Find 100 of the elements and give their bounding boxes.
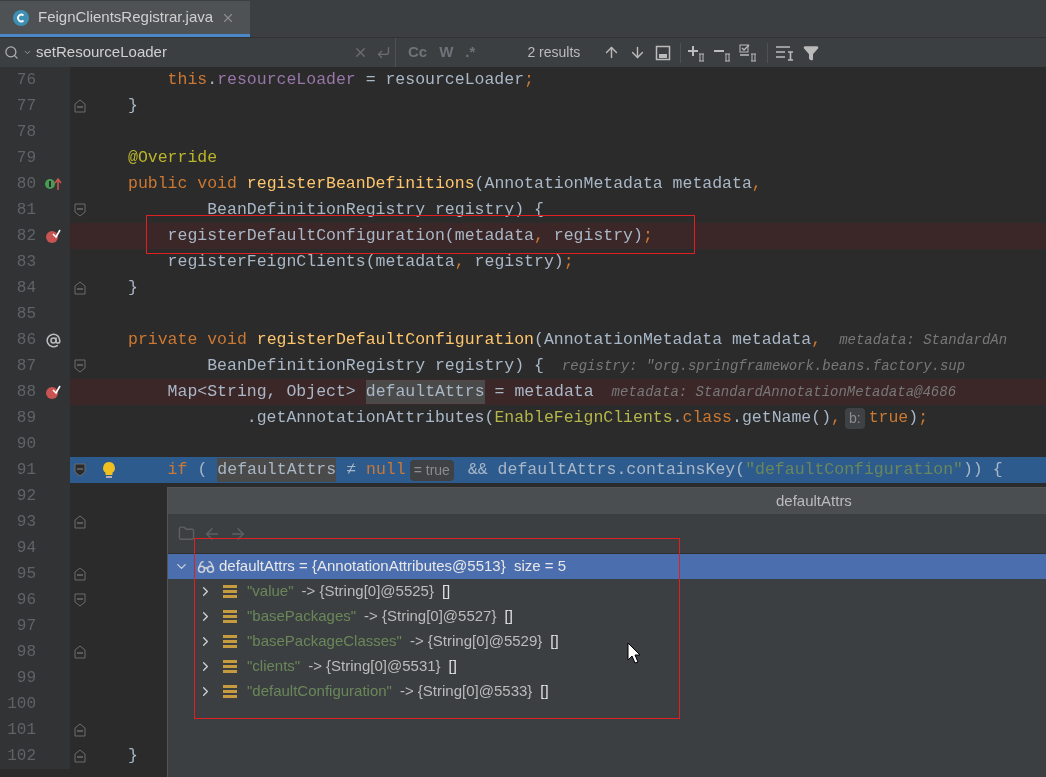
list-icon xyxy=(223,660,237,673)
list-icon xyxy=(223,610,237,623)
entry-array: [] xyxy=(504,606,513,627)
code-token: , xyxy=(751,172,762,195)
code-token: , xyxy=(454,250,465,273)
at-icon[interactable] xyxy=(45,332,61,348)
mouse-pointer-icon xyxy=(627,642,641,664)
code-token: = metadata xyxy=(494,380,594,403)
fold-marker-icon[interactable] xyxy=(74,723,86,737)
entry-key: "value" xyxy=(247,580,294,603)
code-token: registerBeanDefinitions xyxy=(246,172,475,195)
list-icon xyxy=(223,585,237,598)
entry-key: "basePackages" xyxy=(247,605,357,628)
fold-marker-icon[interactable] xyxy=(74,463,86,477)
code-token: if xyxy=(166,458,188,481)
code-token: (AnnotationMetadata metadata xyxy=(534,328,812,351)
inline-hint: metadata: StandardAn xyxy=(839,330,1008,350)
code-token: "defaultConfiguration" xyxy=(745,458,963,481)
results-count: 2 results xyxy=(527,43,581,62)
inline-hint: metadata: StandardAnnotationMetadata@4686 xyxy=(611,382,957,402)
code-token: class xyxy=(682,406,733,429)
inline-value-hint: b: xyxy=(844,407,865,429)
code-token: , xyxy=(811,328,822,351)
dropdown-icon[interactable] xyxy=(23,48,32,57)
lightbulb-icon[interactable] xyxy=(102,461,116,479)
entry-value: -> {String[0]@5533} xyxy=(399,681,533,702)
fold-marker-icon[interactable] xyxy=(74,203,86,217)
clear-icon[interactable] xyxy=(353,45,368,60)
code-token: registry) xyxy=(552,224,643,247)
entry-array: [] xyxy=(550,631,559,652)
code-token: ; xyxy=(563,250,574,273)
entry-key: "defaultConfiguration" xyxy=(247,680,392,703)
inline-hint: registry: "org.springframework.beans.factory.sup xyxy=(561,356,966,376)
code-token: = resourceLoader xyxy=(364,68,525,91)
implements-icon[interactable] xyxy=(44,177,62,191)
code-token: .getAnnotationAttributes( xyxy=(245,406,495,429)
entry-value: -> {String[0]@5531} xyxy=(308,656,441,677)
code-token: . xyxy=(207,68,218,91)
code-token: defaultAttrs xyxy=(365,379,485,405)
fold-marker-icon[interactable] xyxy=(74,281,86,295)
code-token: ) xyxy=(908,406,919,429)
tree-row[interactable]: defaultAttrs = {AnnotationAttributes@5513} size = 5 xyxy=(168,554,1046,579)
code-token: registry) xyxy=(473,250,564,273)
code-token: public void xyxy=(128,172,238,195)
entry-array: [] xyxy=(448,656,457,677)
code-token: ( xyxy=(197,458,208,481)
code-token: ≠ xyxy=(346,458,357,481)
search-icon[interactable] xyxy=(4,45,19,60)
search-field[interactable]: setResourceLoader xyxy=(36,41,349,64)
fold-marker-icon[interactable] xyxy=(74,749,86,763)
code-token: EnableFeignClients xyxy=(494,406,673,429)
enter-icon[interactable] xyxy=(376,45,391,60)
code-token: registerDefaultConfiguration(metadata xyxy=(166,224,534,247)
fold-marker-icon[interactable] xyxy=(74,645,86,659)
tree-row-text: defaultAttrs = {AnnotationAttributes@5513} size = 5 xyxy=(219,556,567,577)
fold-marker-icon[interactable] xyxy=(74,99,86,113)
code-token: , xyxy=(831,406,841,429)
breakpoint-icon[interactable] xyxy=(45,228,61,244)
fold-marker-icon[interactable] xyxy=(74,515,86,529)
breakpoint-icon[interactable] xyxy=(45,384,61,400)
inline-value-hint: = true xyxy=(409,459,454,481)
entry-value: -> {String[0]@5529} xyxy=(409,631,543,652)
code-token: .getName() xyxy=(732,406,832,429)
code-token: )) { xyxy=(962,458,1003,481)
code-token: . xyxy=(672,406,683,429)
entry-key: "clients" xyxy=(247,655,301,678)
code-token: defaultAttrs xyxy=(217,457,337,483)
code-token: null xyxy=(366,458,406,481)
code-token: && defaultAttrs.containsKey( xyxy=(467,458,746,481)
tab-title: FeignClientsRegistrar.java xyxy=(38,7,214,28)
tree-row[interactable]: "clients" -> {String[0]@5531} [] xyxy=(168,654,1046,679)
tree-row[interactable]: "defaultConfiguration" -> {String[0]@5533} [] xyxy=(168,679,1046,704)
code-token: registerFeignClients(metadata xyxy=(166,250,455,273)
tree-row[interactable]: "basePackageClasses" -> {String[0]@5529} [] xyxy=(168,629,1046,654)
list-icon xyxy=(223,685,237,698)
list-icon xyxy=(223,635,237,648)
code-token: , xyxy=(533,224,544,247)
tree-row[interactable]: "basePackages" -> {String[0]@5527} [] xyxy=(168,604,1046,629)
tree-row[interactable]: "value" -> {String[0]@5525} [] xyxy=(168,579,1046,604)
fold-marker-icon[interactable] xyxy=(74,593,86,607)
entry-key: "basePackageClasses" xyxy=(247,630,402,653)
code-token: ; xyxy=(918,406,929,429)
entry-value: -> {String[0]@5527} xyxy=(364,606,497,627)
fold-marker-icon[interactable] xyxy=(74,359,86,373)
entry-array: [] xyxy=(441,581,451,602)
code-token: @Override xyxy=(128,146,218,169)
entry-value: -> {String[0]@5525} xyxy=(301,581,434,602)
code-token: (AnnotationMetadata metadata xyxy=(474,172,752,195)
popup-title: defaultAttrs xyxy=(776,490,852,511)
code-token: ; xyxy=(524,68,534,91)
code-token: Map<String, Object> xyxy=(166,380,356,403)
editor-tab[interactable]: FeignClientsRegistrar.java xyxy=(0,1,250,37)
fold-marker-icon[interactable] xyxy=(74,567,86,581)
class-file-icon xyxy=(12,8,30,27)
code-token: } xyxy=(128,276,138,299)
code-token: this xyxy=(166,68,208,91)
code-token: ; xyxy=(642,224,653,247)
code-token: } xyxy=(128,744,138,767)
code-token: registerDefaultConfiguration xyxy=(256,328,534,351)
code-token: } xyxy=(128,94,138,117)
